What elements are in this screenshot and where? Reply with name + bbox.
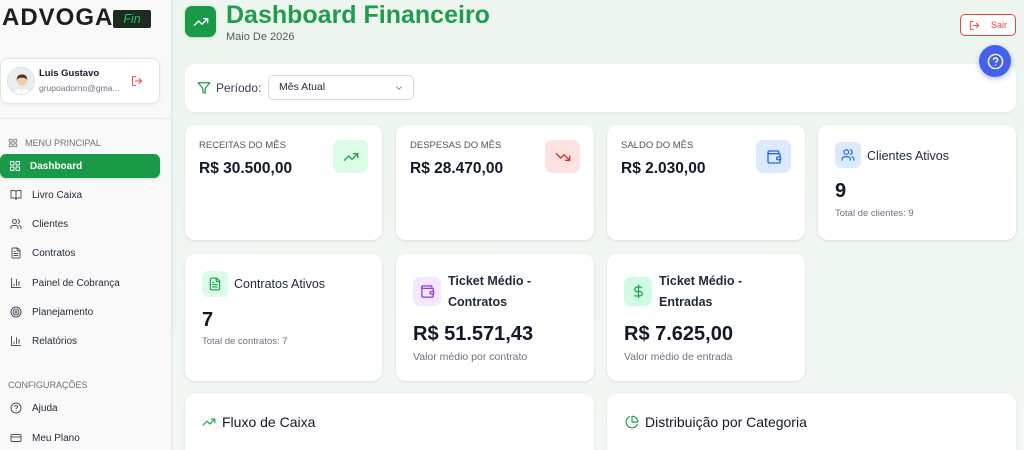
users-icon xyxy=(835,142,861,168)
log-out-icon xyxy=(969,20,980,30)
period-select[interactable]: Mês Atual xyxy=(268,75,414,100)
filter-icon xyxy=(197,81,211,95)
logout-label: Sair xyxy=(991,20,1008,30)
user-name: Luis Gustavo xyxy=(39,68,100,79)
layout-grid-icon xyxy=(10,161,20,171)
card-ticket-medio-entradas: Ticket Médio - Entradas R$ 7.625,00 Valo… xyxy=(607,254,805,381)
wallet-icon xyxy=(413,277,441,306)
period-select-value: Mês Atual xyxy=(279,81,326,93)
layout-grid-icon xyxy=(8,138,18,148)
bar-chart-icon xyxy=(11,336,21,346)
sidebar-item-relatorios[interactable]: Relatórios xyxy=(0,329,160,353)
card-label: SALDO DO MÊS xyxy=(621,140,694,151)
sidebar-item-clientes[interactable]: Clientes xyxy=(0,212,160,236)
dollar-sign-icon xyxy=(624,277,652,306)
card-title: Ticket Médio - Contratos xyxy=(448,274,532,309)
card-value: R$ 2.030,00 xyxy=(621,160,706,177)
card-value: R$ 7.625,00 xyxy=(624,323,733,345)
section-title: MENU PRINCIPAL xyxy=(25,138,101,148)
sidebar-item-label: Dashboard xyxy=(30,160,83,172)
chevron-down-icon xyxy=(394,83,404,93)
sidebar-item-label: Meu Plano xyxy=(32,432,80,444)
sidebar-item-label: Clientes xyxy=(32,218,69,230)
card-subtitle: Valor médio de entrada xyxy=(624,351,733,363)
sidebar-item-ajuda[interactable]: Ajuda xyxy=(0,396,160,420)
target-icon xyxy=(10,306,22,318)
card-ticket-medio-contratos: Ticket Médio - Contratos R$ 51.571,43 Va… xyxy=(396,254,594,381)
card-value: R$ 28.470,00 xyxy=(410,160,504,177)
section-main-menu: MENU PRINCIPAL xyxy=(8,137,101,149)
file-text-icon xyxy=(202,271,228,297)
page-title: Dashboard Financeiro xyxy=(226,1,490,29)
card-title: Ticket Médio - Entradas xyxy=(659,274,743,309)
card-receitas: RECEITAS DO MÊS R$ 30.500,00 xyxy=(185,125,382,240)
credit-card-icon xyxy=(10,434,22,442)
sidebar-item-label: Contratos xyxy=(32,247,76,259)
trending-up-icon xyxy=(193,17,208,26)
sidebar-item-contratos[interactable]: Contratos xyxy=(0,241,160,265)
sidebar-item-label: Planejamento xyxy=(32,306,94,318)
sidebar-divider xyxy=(0,118,171,119)
sidebar-item-meu-plano[interactable]: Meu Plano xyxy=(0,426,160,450)
filter-bar: Período: Mês Atual xyxy=(185,64,1016,112)
card-clientes-ativos: Clientes Ativos 9 Total de clientes: 9 xyxy=(818,125,1016,240)
trending-up-icon xyxy=(333,140,368,173)
user-card[interactable]: Luis Gustavo grupoadorno@gma... xyxy=(0,58,160,104)
trending-down-icon xyxy=(545,140,580,173)
panel-title: Distribuição por Categoria xyxy=(645,414,807,430)
card-value: R$ 51.571,43 xyxy=(413,323,534,345)
section-settings: CONFIGURAÇÕES xyxy=(8,379,88,391)
page-subtitle: Maio De 2026 xyxy=(226,31,295,43)
logo-badge: Fin xyxy=(113,10,151,28)
card-value: 9 xyxy=(835,180,847,202)
card-saldo: SALDO DO MÊS R$ 2.030,00 xyxy=(607,125,805,240)
card-contratos-ativos: Contratos Ativos 7 Total de contratos: 7 xyxy=(185,254,382,381)
sidebar-item-label: Livro Caixa xyxy=(32,189,83,201)
sidebar-item-painel-de-cobranca[interactable]: Painel de Cobrança xyxy=(0,271,160,295)
user-avatar[interactable] xyxy=(7,67,35,95)
sidebar-item-livro-caixa[interactable]: Livro Caixa xyxy=(0,183,160,207)
card-label: DESPESAS DO MÊS xyxy=(410,140,502,151)
sidebar-item-label: Relatórios xyxy=(32,335,78,347)
sidebar-item-planejamento[interactable]: Planejamento xyxy=(0,300,160,324)
pie-chart-icon xyxy=(625,415,639,429)
header-icon xyxy=(185,6,216,37)
card-subtitle: Total de contratos: 7 xyxy=(202,336,288,347)
card-label: RECEITAS DO MÊS xyxy=(199,140,286,151)
card-subtitle: Valor médio por contrato xyxy=(413,351,528,363)
user-email: grupoadorno@gma... xyxy=(39,83,120,93)
help-circle-icon xyxy=(10,402,22,414)
panel-distribuicao-por-categoria: Distribuição por Categoria xyxy=(607,394,1016,450)
bar-chart-icon xyxy=(11,278,21,288)
card-despesas: DESPESAS DO MÊS R$ 28.470,00 xyxy=(396,125,594,240)
logout-button[interactable]: Sair xyxy=(960,14,1016,36)
sidebar: ADVOGA Fin Luis Gustavo grupoadorno@gma.… xyxy=(0,0,172,450)
panel-title: Fluxo de Caixa xyxy=(222,414,316,430)
file-text-icon xyxy=(11,247,21,259)
section-title: CONFIGURAÇÕES xyxy=(8,380,88,390)
card-title: Clientes Ativos xyxy=(867,149,949,163)
trending-up-icon xyxy=(202,415,216,429)
card-value: R$ 30.500,00 xyxy=(199,160,293,177)
help-button[interactable] xyxy=(979,45,1011,77)
card-subtitle: Total de clientes: 9 xyxy=(835,208,914,219)
card-value: 7 xyxy=(202,309,214,331)
logo-text[interactable]: ADVOGA xyxy=(2,4,113,32)
sidebar-item-label: Painel de Cobrança xyxy=(32,277,120,289)
log-out-icon[interactable] xyxy=(131,75,143,87)
book-open-icon xyxy=(10,190,22,200)
sidebar-item-label: Ajuda xyxy=(32,402,58,414)
sidebar-item-dashboard[interactable]: Dashboard xyxy=(0,154,160,178)
wallet-icon xyxy=(756,140,791,173)
panel-fluxo-de-caixa: Fluxo de Caixa xyxy=(185,394,594,450)
help-circle-icon xyxy=(987,53,1003,69)
users-icon xyxy=(10,219,22,229)
card-title: Contratos Ativos xyxy=(234,277,326,291)
period-label: Período: xyxy=(216,81,262,95)
